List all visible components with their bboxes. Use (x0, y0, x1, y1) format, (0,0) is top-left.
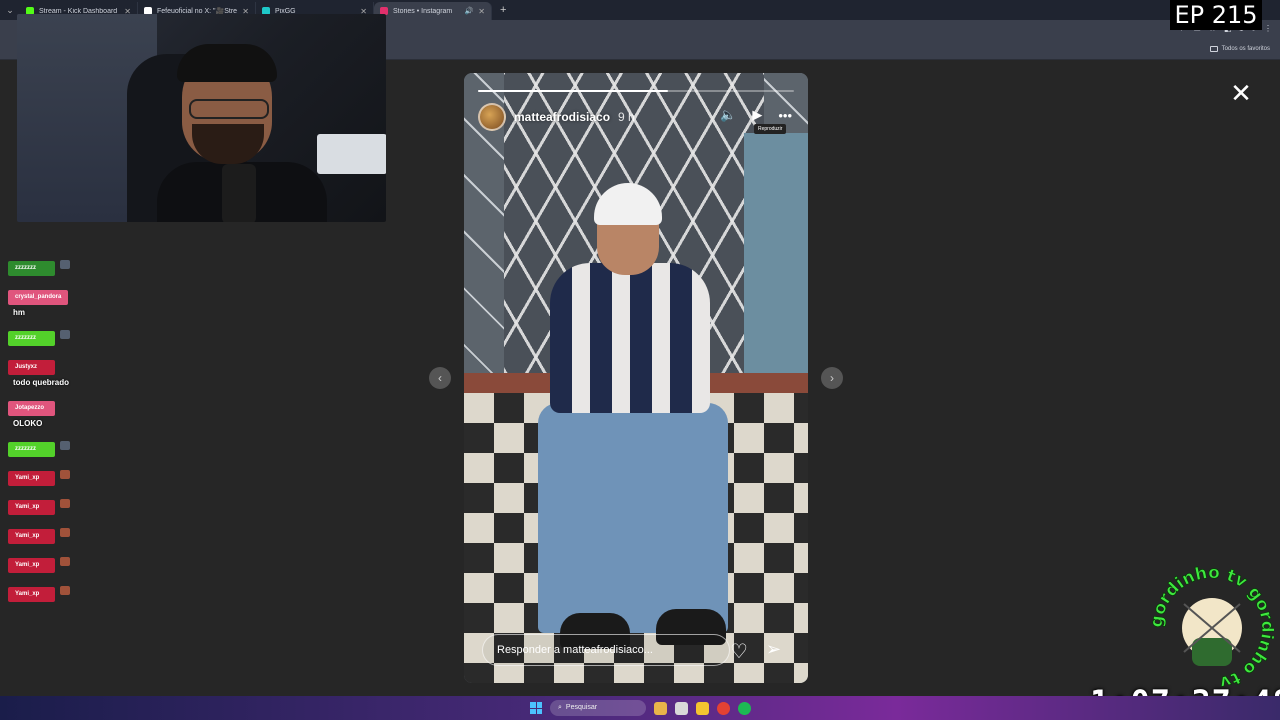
play-icon[interactable]: ▶ (752, 107, 762, 123)
screen: ⌄ Stream - Kick Dashboard ✕ Fefeuoficial… (0, 0, 1280, 720)
chat-message: Yami_xp (8, 553, 128, 573)
chat-username[interactable]: Yami_xp (8, 529, 55, 544)
next-story-button[interactable]: › (821, 367, 843, 389)
story-header: matteafrodisiaco 9 h 🔈 ▶ ••• (478, 103, 798, 131)
chat-message: Justyxz todo quebrado (8, 355, 128, 387)
chat-message: Yami_xp (8, 495, 128, 515)
chat-message: Yami_xp (8, 524, 128, 544)
story-username[interactable]: matteafrodisiaco (514, 110, 610, 124)
chat-emote-icon (60, 470, 70, 479)
chat-message: zzzzzzz (8, 326, 128, 346)
chat-username[interactable]: Yami_xp (8, 471, 55, 486)
close-tab-icon[interactable]: ✕ (478, 7, 485, 16)
chat-message: Yami_xp (8, 466, 128, 486)
chat-username[interactable]: zzzzzzz (8, 331, 55, 346)
play-tooltip: Reproduzir (754, 124, 787, 134)
story-viewer[interactable]: matteafrodisiaco 9 h 🔈 ▶ ••• Reproduzir … (464, 73, 808, 683)
story-time-ago: 9 h (618, 110, 635, 124)
chat-message: zzzzzzz (8, 256, 128, 276)
chat-message: crystal_pandorahm (8, 285, 128, 317)
chat-emote-icon (60, 499, 70, 508)
taskbar-apps: ⌕ Pesquisar (530, 699, 751, 717)
chat-username[interactable]: zzzzzzz (8, 442, 55, 457)
story-wall (744, 133, 808, 413)
webcam-glasses (189, 99, 269, 119)
menu-icon[interactable]: ⋮ (1264, 24, 1272, 34)
send-icon[interactable]: ➢ (766, 639, 781, 660)
windows-taskbar: ⌕ Pesquisar (0, 696, 1280, 720)
chat-username[interactable]: zzzzzzz (8, 261, 55, 276)
story-progress-fill (478, 90, 668, 92)
file-explorer-icon[interactable] (696, 701, 709, 715)
chat-overlay: zzzzzzz crystal_pandora hm zzzzzzz Justyxz to… (8, 256, 128, 611)
all-bookmarks[interactable]: Todos os favoritos (1209, 46, 1270, 52)
chat-message: Yami_xp (8, 582, 128, 602)
taskbar-search-label: Pesquisar (565, 704, 598, 711)
gordinho-tv-logo: gordinho tv gordinho tv (1150, 566, 1274, 690)
windows-start-icon[interactable] (530, 702, 542, 714)
webcam-desk (317, 134, 386, 174)
new-tab-icon[interactable]: + (492, 4, 506, 16)
chat-username[interactable]: Jotapezzo (8, 401, 55, 416)
tab-instagram-stories[interactable]: Stories • Instagram 🔊 ✕ (374, 2, 492, 20)
folder-icon (1209, 46, 1218, 52)
more-icon[interactable]: ••• (778, 108, 792, 123)
chat-username[interactable]: Yami_xp (8, 558, 55, 573)
chat-message-text: OLOKO (13, 419, 43, 428)
tab-label: Stories • Instagram (393, 7, 453, 15)
chat-username[interactable]: Justyxz (8, 360, 55, 375)
previous-story-button[interactable]: ‹ (429, 367, 451, 389)
microphone-icon (222, 164, 256, 222)
story-person-jersey (550, 263, 710, 413)
episode-label: EP 215 (1170, 0, 1262, 30)
chat-emote-icon (60, 586, 70, 595)
chat-message: zzzzzzz (8, 437, 128, 457)
chat-emote-icon (60, 330, 70, 339)
spotify-icon[interactable] (738, 701, 751, 715)
chat-message-text: hm (13, 308, 25, 317)
chat-message-text: todo quebrado (13, 378, 69, 387)
tab-audio-icon[interactable]: 🔊 (465, 7, 474, 15)
logo-mascot-body (1192, 638, 1232, 666)
chat-username[interactable]: crystal_pandora (8, 290, 69, 305)
chat-message: Jotapezzo OLOKO (8, 396, 128, 428)
webcam-feed (17, 14, 386, 222)
story-controls: 🔈 ▶ ••• (720, 107, 792, 123)
taskbar-search[interactable]: ⌕ Pesquisar (550, 700, 646, 716)
heart-icon[interactable]: ♡ (730, 639, 748, 664)
speaker-icon[interactable]: 🔈 (720, 107, 736, 123)
chat-username[interactable]: Yami_xp (8, 587, 55, 602)
chat-emote-icon (60, 528, 70, 537)
chat-emote-icon (60, 557, 70, 566)
close-story-button[interactable]: ✕ (1228, 80, 1254, 106)
story-progress-bar (478, 90, 794, 92)
all-bookmarks-label: Todos os favoritos (1221, 46, 1270, 52)
chat-username[interactable]: Yami_xp (8, 500, 55, 515)
reply-input[interactable]: Responder a matteafrodisiaco... (482, 634, 730, 666)
widgets-icon[interactable] (654, 701, 667, 715)
avatar[interactable] (478, 103, 506, 131)
task-view-icon[interactable] (675, 701, 688, 715)
search-icon: ⌕ (558, 704, 562, 711)
webcam-hair (177, 44, 277, 82)
story-person-jeans (538, 403, 728, 633)
chat-emote-icon (60, 441, 70, 450)
chat-emote-icon (60, 260, 70, 269)
chrome-icon[interactable] (717, 701, 730, 715)
